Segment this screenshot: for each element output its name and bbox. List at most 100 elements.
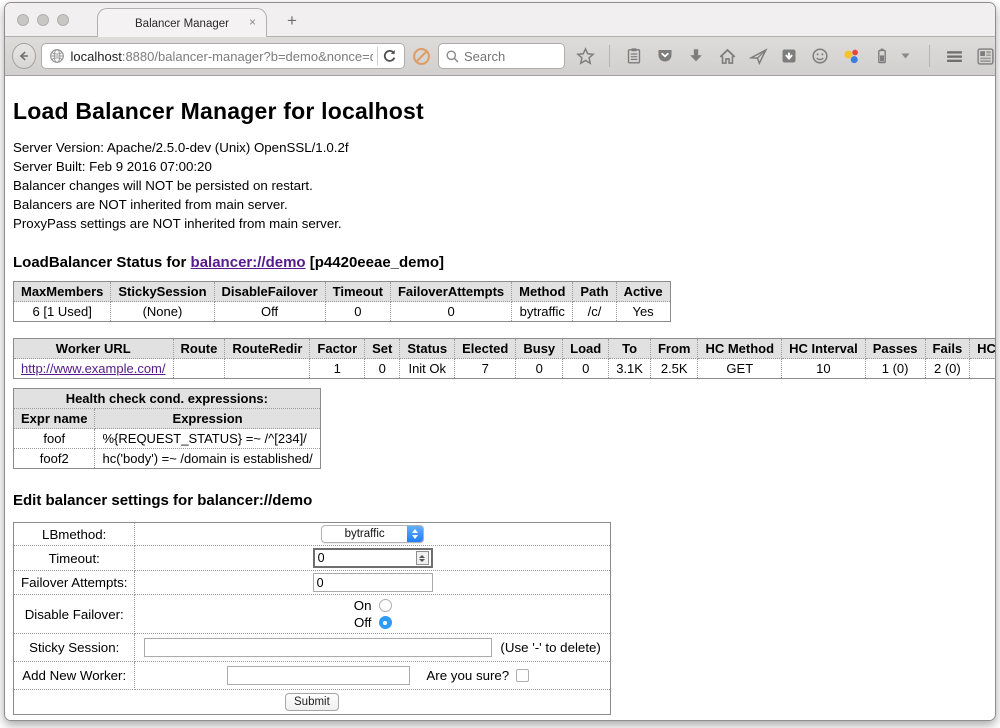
tab-close-icon[interactable]: × (249, 15, 256, 29)
hamburger-menu-icon[interactable] (944, 46, 964, 66)
new-tab-button[interactable]: + (281, 11, 303, 31)
table-header-row: Worker URL Route RouteRedir Factor Set S… (14, 339, 996, 359)
col-method: Method (512, 282, 573, 302)
sticky-session-label: Sticky Session: (14, 634, 135, 662)
timeout-input[interactable]: 0 (313, 548, 433, 568)
radio-on-label: On (354, 598, 372, 613)
downloads-icon[interactable] (686, 46, 706, 66)
table-title-row: Health check cond. expressions: (14, 389, 321, 409)
col-hc-interval: HC Interval (782, 339, 866, 359)
balancer-demo-link[interactable]: balancer://demo (191, 254, 306, 271)
chat-smiley-icon[interactable] (810, 46, 830, 66)
cell-fails: 2 (0) (925, 359, 970, 379)
cell-routeredir (225, 359, 310, 379)
colored-dots-icon[interactable] (841, 46, 861, 66)
notice-inherit: Balancers are NOT inherited from main se… (13, 195, 987, 214)
tab-bar: Balancer Manager × + (5, 3, 995, 37)
server-version: Server Version: Apache/2.5.0-dev (Unix) … (13, 138, 987, 157)
cell-from: 2.5K (650, 359, 698, 379)
cell-hc-interval: 10 (782, 359, 866, 379)
col-disablefailover: DisableFailover (214, 282, 325, 302)
form-row-failover-attempts: Failover Attempts: 0 (14, 571, 611, 595)
balancer-settings-form: LBmethod: bytraffic Timeout: 0 (13, 522, 611, 715)
are-you-sure-checkbox[interactable] (516, 669, 529, 682)
cell-path: /c/ (573, 302, 616, 322)
col-expression: Expression (95, 409, 320, 429)
pocket-icon[interactable] (655, 46, 675, 66)
close-window-button[interactable] (17, 14, 29, 26)
browser-tab[interactable]: Balancer Manager × (97, 8, 267, 38)
block-icon[interactable] (412, 47, 431, 66)
table-header-row: MaxMembers StickySession DisableFailover… (14, 282, 671, 302)
reading-list-icon[interactable] (624, 46, 644, 66)
col-timeout: Timeout (325, 282, 390, 302)
worker-url-link[interactable]: http://www.example.com/ (21, 361, 166, 376)
disable-failover-label: Disable Failover: (14, 595, 135, 634)
timeout-value: 0 (315, 551, 416, 565)
cell-set: 0 (365, 359, 400, 379)
url-text[interactable]: localhost:8880/balancer-manager?b=demo&n… (71, 49, 373, 64)
col-fails: Fails (925, 339, 970, 359)
cell-worker-url: http://www.example.com/ (14, 359, 174, 379)
panel-down-icon[interactable] (779, 46, 799, 66)
cell-status: Init Ok (400, 359, 455, 379)
are-you-sure-label: Are you sure? (426, 668, 509, 683)
table-row: foof %{REQUEST_STATUS} =~ /^[234]/ (14, 429, 321, 449)
zoom-window-button[interactable] (57, 14, 69, 26)
col-to: To (609, 339, 651, 359)
minimize-window-button[interactable] (37, 14, 49, 26)
table-header-row: Expr name Expression (14, 409, 321, 429)
cell-elected: 7 (455, 359, 516, 379)
radio-off-label: Off (354, 615, 372, 630)
col-factor: Factor (310, 339, 365, 359)
lbmethod-select[interactable]: bytraffic (321, 525, 424, 543)
failover-attempts-label: Failover Attempts: (14, 571, 135, 595)
number-spinner-icon[interactable] (416, 551, 429, 565)
disable-failover-on-radio[interactable] (379, 599, 392, 612)
reload-icon[interactable] (382, 49, 397, 64)
col-path: Path (573, 282, 616, 302)
cell-method: bytraffic (512, 302, 573, 322)
submit-button[interactable]: Submit (285, 693, 339, 711)
col-route: Route (173, 339, 225, 359)
cell-stickysession: (None) (111, 302, 214, 322)
disable-failover-off-radio[interactable] (379, 616, 392, 629)
status-heading-prefix: LoadBalancer Status for (13, 254, 186, 271)
url-bar[interactable]: localhost:8880/balancer-manager?b=demo&n… (41, 43, 405, 69)
col-worker-url: Worker URL (14, 339, 174, 359)
add-worker-input[interactable] (227, 666, 410, 685)
home-icon[interactable] (717, 46, 737, 66)
sticky-session-input[interactable] (144, 638, 492, 657)
search-input[interactable] (464, 49, 564, 64)
url-path: :8880/balancer-manager?b=demo&nonce=decc… (122, 49, 373, 64)
col-expr-name: Expr name (14, 409, 95, 429)
cell-passes: 1 (0) (865, 359, 925, 379)
cell-expr-name: foof2 (14, 449, 95, 469)
col-hc-uri: HC uri (970, 339, 995, 359)
failover-attempts-input[interactable]: 0 (313, 573, 433, 592)
bookmark-star-icon[interactable] (575, 46, 595, 66)
cell-active: Yes (616, 302, 670, 322)
cell-to: 3.1K (609, 359, 651, 379)
search-bar[interactable] (438, 43, 565, 69)
cell-expr-name: foof (14, 429, 95, 449)
form-row-sticky-session: Sticky Session: (Use '-' to delete) (14, 634, 611, 662)
notice-proxypass: ProxyPass settings are NOT inherited fro… (13, 214, 987, 233)
cell-timeout: 0 (325, 302, 390, 322)
battery-icon[interactable] (872, 46, 892, 66)
back-button[interactable] (12, 43, 36, 69)
urlbar-divider (377, 47, 378, 65)
col-from: From (650, 339, 698, 359)
cell-disablefailover: Off (214, 302, 325, 322)
caret-down-icon[interactable] (895, 46, 915, 66)
table-row: foof2 hc('body') =~ /domain is establish… (14, 449, 321, 469)
cell-load: 0 (563, 359, 609, 379)
hc-table-title: Health check cond. expressions: (14, 389, 321, 409)
send-icon[interactable] (748, 46, 768, 66)
tab-groups-icon[interactable] (975, 46, 995, 66)
col-routeredir: RouteRedir (225, 339, 310, 359)
sticky-session-hint: (Use '-' to delete) (492, 640, 600, 655)
tab-title: Balancer Manager (135, 18, 229, 30)
page-title: Load Balancer Manager for localhost (13, 76, 987, 125)
page-content: Load Balancer Manager for localhost Serv… (5, 76, 995, 721)
